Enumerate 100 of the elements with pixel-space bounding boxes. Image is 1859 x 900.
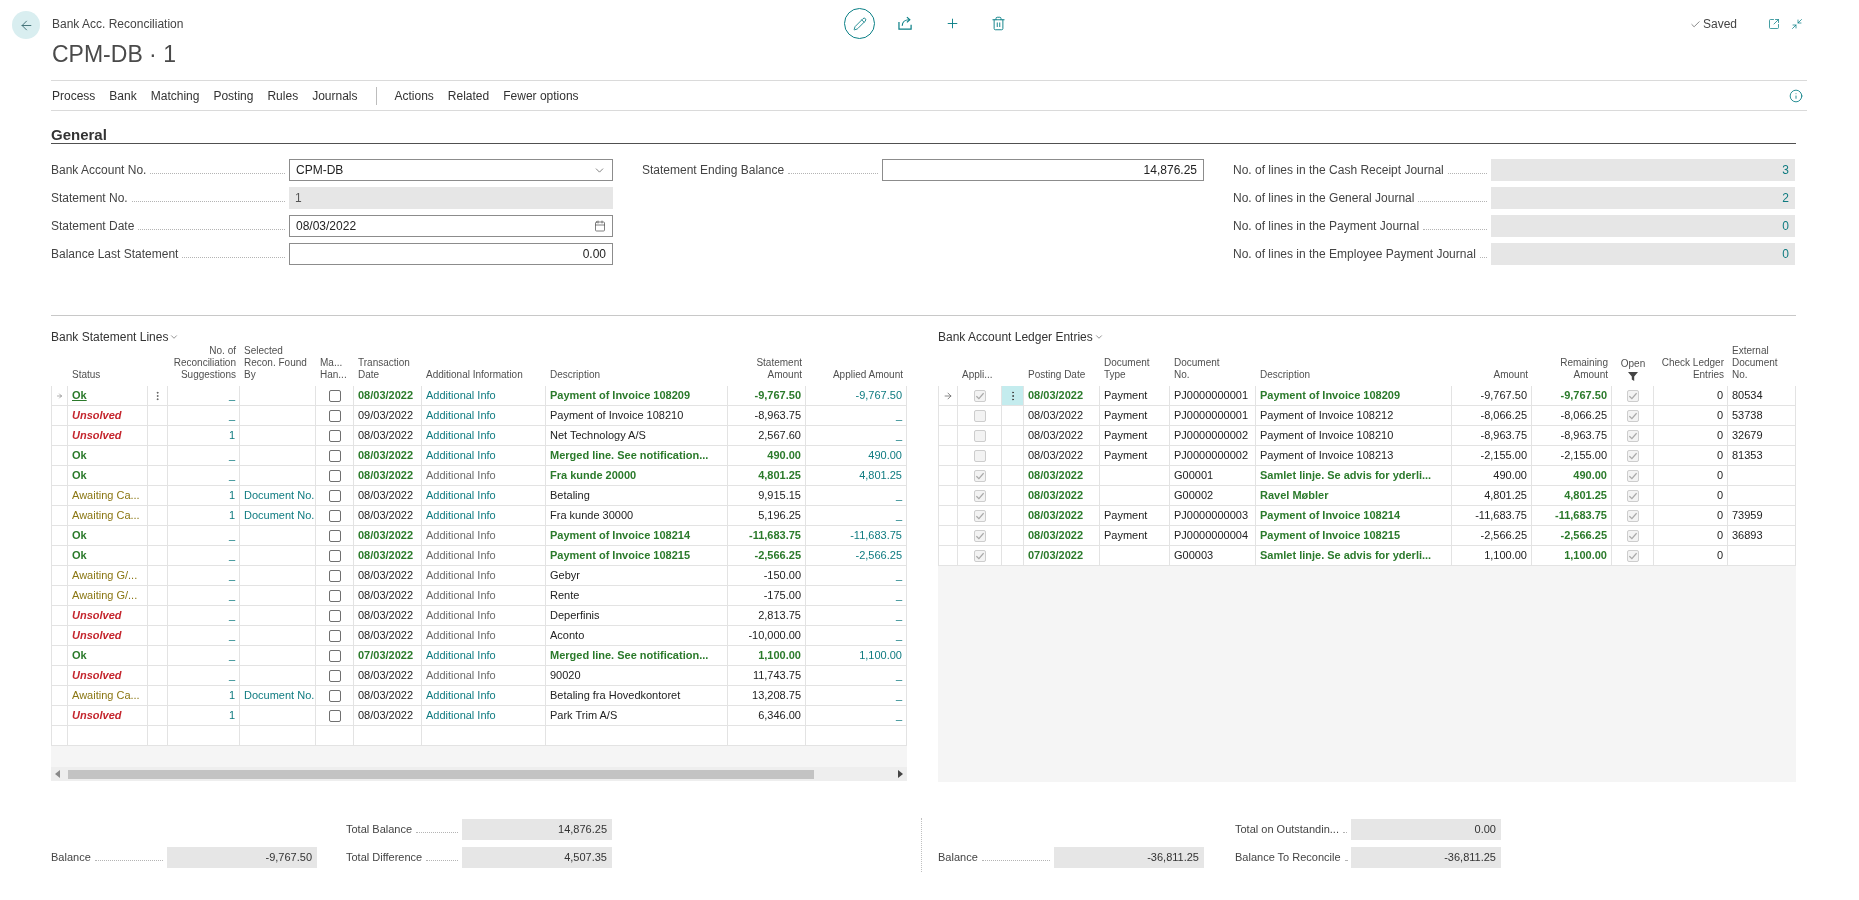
drilldown-link[interactable]: _ [228,627,235,644]
back-button[interactable] [12,11,40,39]
checkbox[interactable] [328,489,341,502]
checkbox[interactable] [328,669,341,682]
checkbox[interactable] [328,569,341,582]
column-header[interactable]: Description [1260,369,1311,381]
drilldown-link[interactable]: _ [228,527,235,544]
dropdown-field[interactable]: CPM-DB [289,159,613,181]
drilldown-link[interactable]: _ [895,627,902,644]
drilldown-link[interactable]: -9,767.50 [855,387,902,404]
column-header[interactable]: Remaining Amount [1560,357,1608,381]
toolbar-menu[interactable]: Matching [143,81,207,110]
scroll-right-icon[interactable] [898,770,903,778]
link[interactable]: Additional Info [426,407,496,424]
toolbar-menu[interactable]: Actions [387,81,441,110]
link[interactable]: Additional Info [426,467,496,484]
drilldown-field[interactable]: 3 [1491,159,1795,181]
link[interactable]: Additional Info [426,687,496,704]
checkbox[interactable] [328,529,341,542]
drilldown-link[interactable]: _ [228,387,235,404]
drilldown-link[interactable]: -2,566.25 [855,547,902,564]
drilldown-link[interactable]: _ [228,647,235,664]
scroll-left-icon[interactable] [55,770,60,778]
date-field[interactable]: 08/03/2022 [289,215,613,237]
drilldown-link[interactable]: _ [895,607,902,624]
plus-icon[interactable] [945,16,960,31]
drilldown-link[interactable]: _ [228,667,235,684]
section-menu-button[interactable]: Bank Account Ledger Entries [938,329,1104,345]
column-header[interactable]: Description [550,369,601,381]
toolbar-menu[interactable]: Journals [305,81,365,110]
link[interactable]: Additional Info [426,527,496,544]
column-header[interactable]: Amount [1493,369,1528,381]
toolbar-menu[interactable]: Rules [260,81,306,110]
column-header[interactable]: Statement Amount [756,357,802,381]
edit-button[interactable] [844,8,875,39]
checkbox[interactable] [328,389,341,402]
drilldown-link[interactable]: 1 [228,707,235,724]
link[interactable]: Additional Info [426,647,496,664]
drilldown-link[interactable]: -11,683.75 [850,527,902,544]
column-header[interactable]: No. of Reconciliation Suggestions [173,345,236,381]
column-header[interactable]: Appli... [962,369,993,381]
pop-out-icon[interactable] [1768,18,1780,30]
column-header[interactable]: Check Ledger Entries [1661,357,1724,381]
checkbox[interactable] [328,509,341,522]
trash-icon[interactable] [991,16,1006,31]
link[interactable]: Additional Info [426,567,496,584]
drilldown-field[interactable]: 0 [1491,215,1795,237]
column-header[interactable]: Status [72,369,101,381]
toolbar-menu[interactable]: Process [45,81,103,110]
drilldown-link[interactable]: _ [895,687,902,704]
column-header[interactable]: Posting Date [1028,369,1086,381]
checkbox[interactable] [328,429,341,442]
drilldown-link[interactable]: 4,801.25 [859,467,902,484]
section-menu-button[interactable]: Bank Statement Lines [51,329,180,345]
link[interactable]: Additional Info [426,507,496,524]
toolbar-menu[interactable]: Posting [206,81,261,110]
column-header[interactable]: External Document No. [1732,345,1778,381]
link[interactable]: Additional Info [426,707,496,724]
scrollbar-thumb[interactable] [68,769,814,779]
checkbox[interactable] [328,709,341,722]
share-icon[interactable] [898,16,913,30]
drilldown-link[interactable]: 490.00 [868,447,902,464]
toolbar-menu[interactable]: Bank [102,81,144,110]
link[interactable]: Additional Info [426,547,496,564]
column-header[interactable]: Transaction Date [358,357,410,381]
link[interactable]: Additional Info [426,627,496,644]
column-header[interactable]: Additional Information [426,369,523,381]
calendar-icon[interactable] [594,220,606,232]
drilldown-link[interactable]: 1,100.00 [859,647,902,664]
drilldown-link[interactable]: _ [228,587,235,604]
checkbox[interactable] [328,549,341,562]
link[interactable]: Additional Info [426,487,496,504]
drilldown-link[interactable]: _ [895,407,902,424]
column-header[interactable]: Document Type [1104,357,1150,381]
drilldown-field[interactable]: 0 [1491,243,1795,265]
drilldown-link[interactable]: _ [228,407,235,424]
drilldown-link[interactable]: _ [228,567,235,584]
drilldown-link[interactable]: _ [228,607,235,624]
link[interactable]: Document No. [244,507,315,524]
drilldown-link[interactable]: _ [895,567,902,584]
drilldown-link[interactable]: 1 [228,687,235,704]
link[interactable]: Additional Info [426,587,496,604]
drilldown-link[interactable]: _ [895,507,902,524]
collapse-icon[interactable] [1791,18,1803,30]
link[interactable]: Additional Info [426,387,496,404]
drilldown-link[interactable]: 1 [228,427,235,444]
filter-icon[interactable] [1628,372,1638,381]
drilldown-link[interactable]: _ [228,547,235,564]
drilldown-link[interactable]: _ [228,447,235,464]
checkbox[interactable] [328,589,341,602]
checkbox[interactable] [328,689,341,702]
checkbox[interactable] [328,609,341,622]
toolbar-menu[interactable]: Fewer options [496,81,586,110]
drilldown-link[interactable]: _ [228,467,235,484]
drilldown-link[interactable]: _ [895,427,902,444]
link[interactable]: Additional Info [426,667,496,684]
link[interactable]: Document No. [244,487,315,504]
column-header[interactable]: Ma... Han... [320,357,347,381]
checkbox[interactable] [328,469,341,482]
input-field[interactable]: 0.00 [289,243,613,265]
